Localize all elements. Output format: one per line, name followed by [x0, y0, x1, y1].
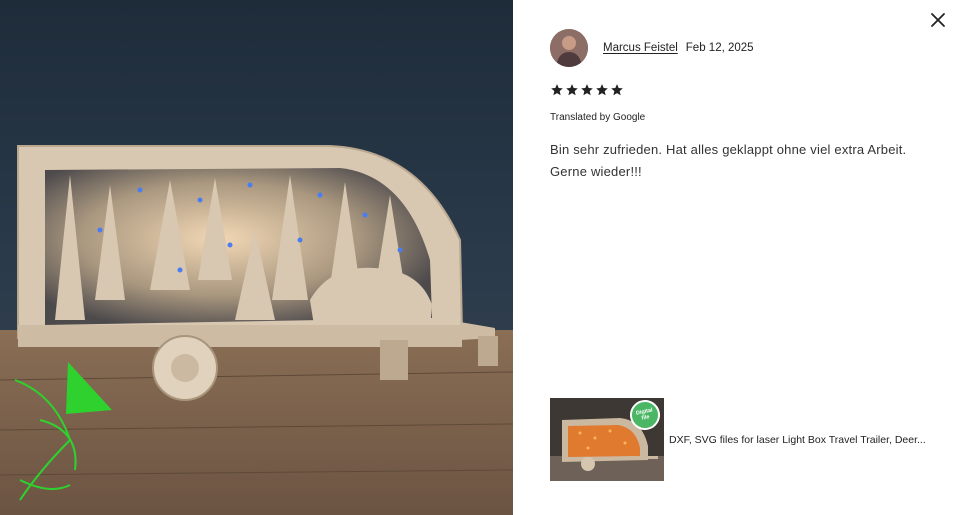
close-button[interactable] — [926, 8, 950, 32]
star-icon — [581, 84, 593, 96]
review-date: Feb 12, 2025 — [685, 42, 754, 54]
star-icon — [596, 84, 608, 96]
product-thumbnail[interactable]: Digital file — [550, 398, 664, 481]
review-panel: Marcus Feistel Feb 12, 2025 Translated b… — [513, 0, 962, 515]
reviewer: Marcus Feistel Feb 12, 2025 — [550, 29, 754, 67]
close-icon — [931, 13, 945, 27]
review-text: Bin sehr zufrieden. Hat alles geklappt o… — [550, 142, 907, 179]
star-rating — [550, 83, 624, 97]
star-icon — [611, 84, 623, 96]
star-icon — [551, 84, 563, 96]
camper-lightbox-photo — [0, 0, 513, 515]
translated-by-label: Translated by Google — [550, 112, 646, 123]
reviewer-name-link[interactable]: Marcus Feistel — [603, 42, 678, 54]
product-title[interactable]: DXF, SVG files for laser Light Box Trave… — [669, 434, 955, 446]
review-photo-modal: Marcus Feistel Feb 12, 2025 Translated b… — [0, 0, 962, 515]
product-link[interactable]: Digital file DXF, SVG files for laser Li… — [550, 398, 955, 481]
avatar[interactable] — [550, 29, 588, 67]
avatar-image — [550, 29, 588, 67]
review-photo — [0, 0, 513, 515]
star-icon — [566, 84, 578, 96]
